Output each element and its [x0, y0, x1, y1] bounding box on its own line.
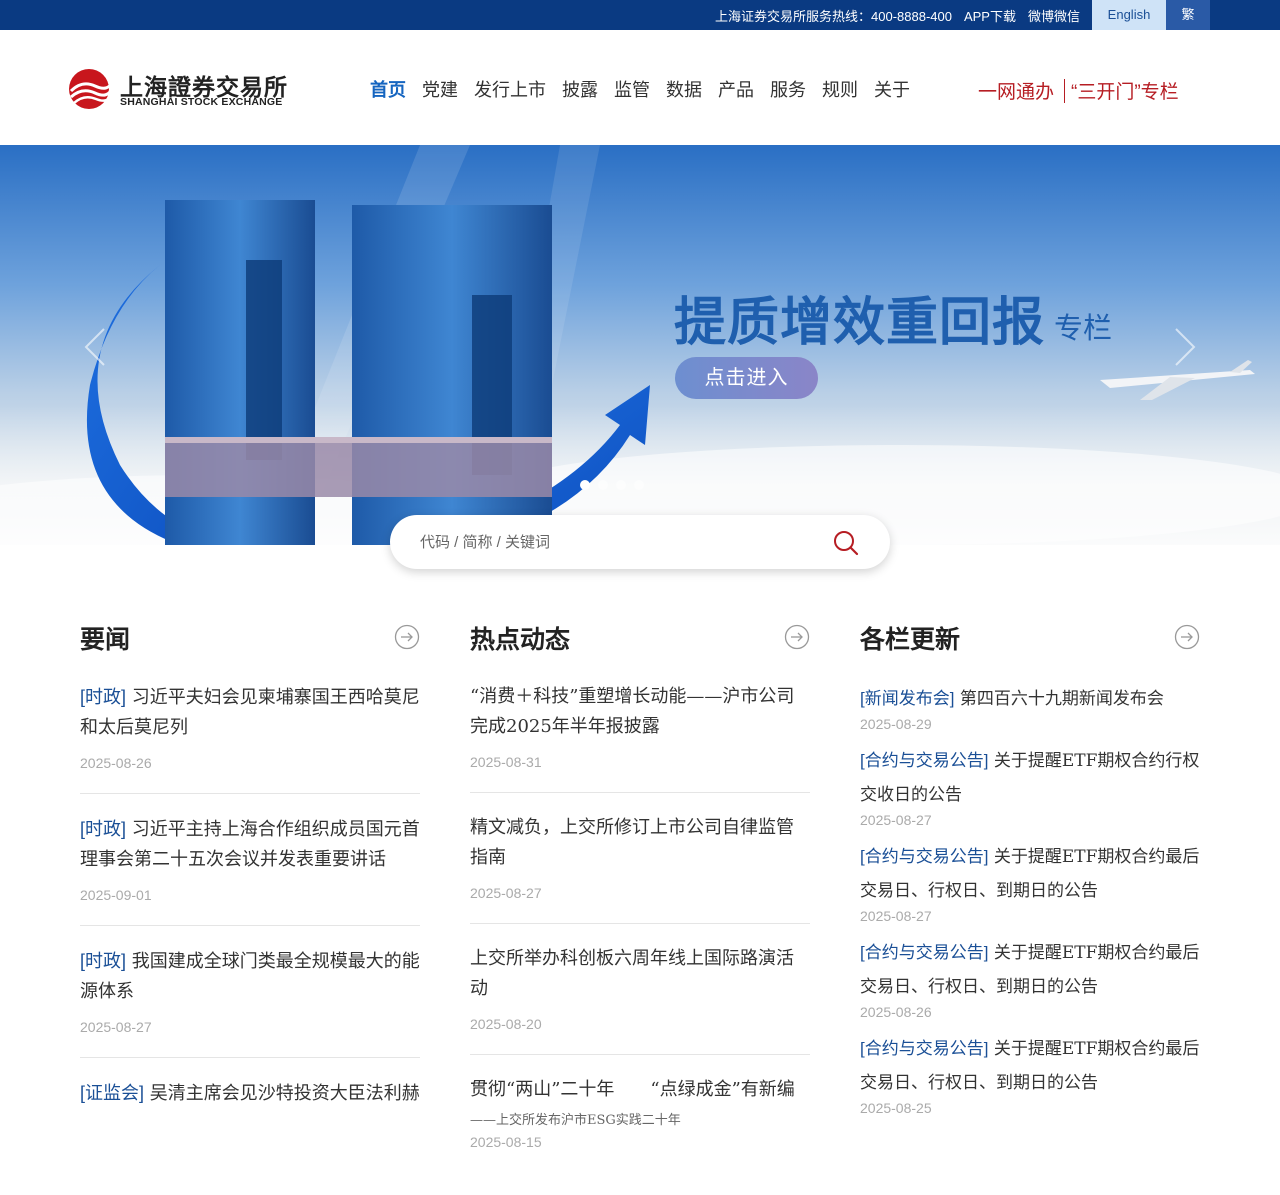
nav-item-party[interactable]: 党建: [422, 76, 458, 102]
nav-item-services[interactable]: 服务: [770, 76, 806, 102]
arrow-circle-right-icon[interactable]: [394, 624, 420, 650]
search-icon[interactable]: [832, 529, 860, 557]
hot-news-column-title: 热点动态: [470, 626, 571, 654]
hot-news-date: 2025-08-31: [470, 754, 542, 770]
sse-logo-icon: [69, 69, 114, 109]
hot-news-subtitle: ——上交所发布沪市ESG实践二十年: [470, 1113, 681, 1128]
nav-item-rules[interactable]: 规则: [822, 76, 858, 102]
update-date: 2025-08-27: [860, 812, 932, 828]
hot-news-title: 上交所举办科创板六周年线上国际路演活动: [470, 948, 794, 999]
arrow-circle-right-icon[interactable]: [784, 624, 810, 650]
banner-pagination: [580, 480, 652, 490]
update-date: 2025-08-27: [860, 908, 932, 924]
logo-english-name: SHANGHAI STOCK EXCHANGE: [120, 96, 283, 108]
top-utility-bar: 上海证券交易所服务热线：400-8888-400 APP下载 微博微信 Engl…: [0, 0, 1280, 30]
special-links: 一网通办 “三开门”专栏: [978, 77, 1179, 104]
banner-enter-button[interactable]: 点击进入: [675, 357, 818, 399]
one-stop-service-link[interactable]: 一网通办: [978, 77, 1054, 104]
news-list: [时政] 习近平夫妇会见柬埔寨国王西哈莫尼和太后莫尼列 2025-08-26 […: [80, 682, 420, 1131]
arrow-circle-right-icon[interactable]: [1174, 624, 1200, 650]
special-links-divider: [1064, 78, 1066, 103]
search-input[interactable]: [420, 529, 820, 555]
english-language-button[interactable]: English: [1092, 0, 1166, 30]
list-item[interactable]: [时政] 我国建成全球门类最全规模最大的能源体系 2025-08-27: [80, 946, 420, 1058]
chevron-right-icon: [1175, 328, 1196, 366]
search-box: [390, 515, 890, 569]
list-item[interactable]: [合约与交易公告] 关于提醒ETF期权合约最后交易日、行权日、到期日的公告 20…: [860, 840, 1200, 924]
banner-headline: 提质增效重回报: [674, 292, 1046, 353]
news-tag: [证监会]: [80, 1083, 145, 1103]
hero-banner[interactable]: 提质增效重回报 专栏 点击进入: [0, 145, 1280, 545]
hot-news-title: “消费＋科技”重塑增长动能——沪市公司完成2025年半年报披露: [470, 686, 795, 737]
list-item[interactable]: “消费＋科技”重塑增长动能——沪市公司完成2025年半年报披露 2025-08-…: [470, 682, 810, 793]
list-item[interactable]: [新闻发布会] 第四百六十九期新闻发布会 2025-08-29: [860, 682, 1200, 732]
chevron-left-icon: [84, 328, 105, 366]
update-title: 第四百六十九期新闻发布会: [959, 689, 1164, 709]
banner-dot[interactable]: [616, 480, 626, 490]
app-download-link[interactable]: APP下载: [964, 6, 1016, 25]
nav-item-regulation[interactable]: 监管: [614, 76, 650, 102]
site-header: 上海證券交易所 SHANGHAI STOCK EXCHANGE 首页 党建 发行…: [0, 30, 1280, 145]
hot-news-list: “消费＋科技”重塑增长动能——沪市公司完成2025年半年报披露 2025-08-…: [470, 682, 810, 1172]
banner-dot[interactable]: [634, 480, 644, 490]
service-hotline: 上海证券交易所服务热线：400-8888-400: [715, 8, 952, 24]
update-tag: [合约与交易公告]: [860, 943, 989, 962]
nav-item-about[interactable]: 关于: [874, 76, 910, 102]
update-tag: [新闻发布会]: [860, 689, 955, 708]
news-tag: [时政]: [80, 687, 127, 707]
news-column: 要闻 [时政] 习近平夫妇会见柬埔寨国王西哈莫尼和太后莫尼列 2025-08-2…: [80, 620, 420, 1151]
banner-prev-arrow[interactable]: [80, 325, 110, 369]
top-utility-items: 上海证券交易所服务热线：400-8888-400 APP下载 微博微信 Engl…: [715, 0, 1210, 30]
list-item[interactable]: [时政] 习近平主持上海合作组织成员国元首理事会第二十五次会议并发表重要讲话 2…: [80, 814, 420, 926]
banner-headline-sub: 专栏: [1054, 313, 1113, 345]
updates-column: 各栏更新 [新闻发布会] 第四百六十九期新闻发布会 2025-08-29 [合约…: [860, 620, 1200, 1128]
news-date: 2025-08-26: [80, 755, 152, 771]
update-tag: [合约与交易公告]: [860, 751, 989, 770]
hot-news-date: 2025-08-20: [470, 1016, 542, 1032]
list-item[interactable]: [时政] 习近平夫妇会见柬埔寨国王西哈莫尼和太后莫尼列 2025-08-26: [80, 682, 420, 794]
list-item[interactable]: 贯彻“两山”二十年 “点绿成金”有新编 ——上交所发布沪市ESG实践二十年 20…: [470, 1075, 810, 1172]
news-title: 我国建成全球门类最全规模最大的能源体系: [80, 951, 420, 1002]
nav-item-data[interactable]: 数据: [666, 76, 702, 102]
news-tag: [时政]: [80, 819, 127, 839]
update-date: 2025-08-25: [860, 1100, 932, 1116]
news-title: 习近平主持上海合作组织成员国元首理事会第二十五次会议并发表重要讲话: [80, 819, 420, 870]
news-date: 2025-08-27: [80, 1019, 152, 1035]
updates-column-title: 各栏更新: [860, 626, 961, 654]
weibo-weixin-link[interactable]: 微博微信: [1028, 6, 1080, 25]
three-open-doors-link[interactable]: “三开门”专栏: [1071, 77, 1179, 104]
update-tag: [合约与交易公告]: [860, 847, 989, 866]
news-title: 习近平夫妇会见柬埔寨国王西哈莫尼和太后莫尼列: [80, 687, 420, 738]
list-item[interactable]: [合约与交易公告] 关于提醒ETF期权合约最后交易日、行权日、到期日的公告 20…: [860, 1032, 1200, 1116]
list-item[interactable]: [合约与交易公告] 关于提醒ETF期权合约最后交易日、行权日、到期日的公告 20…: [860, 936, 1200, 1020]
sse-logo[interactable]: 上海證券交易所 SHANGHAI STOCK EXCHANGE: [68, 66, 288, 112]
list-item[interactable]: 上交所举办科创板六周年线上国际路演活动 2025-08-20: [470, 944, 810, 1055]
banner-dot[interactable]: [580, 480, 590, 490]
news-date: 2025-09-01: [80, 887, 152, 903]
news-tag: [时政]: [80, 951, 127, 971]
news-column-title: 要闻: [80, 626, 131, 654]
hot-news-column: 热点动态 “消费＋科技”重塑增长动能——沪市公司完成2025年半年报披露 202…: [470, 620, 810, 1192]
banner-next-arrow[interactable]: [1170, 325, 1200, 369]
list-item[interactable]: [合约与交易公告] 关于提醒ETF期权合约行权交收日的公告 2025-08-27: [860, 744, 1200, 828]
hot-news-title: 贯彻“两山”二十年 “点绿成金”有新编: [470, 1079, 795, 1100]
update-date: 2025-08-29: [860, 716, 932, 732]
list-item[interactable]: 精文减负，上交所修订上市公司自律监管指南 2025-08-27: [470, 813, 810, 924]
list-item[interactable]: [证监会] 吴清主席会见沙特投资大臣法利赫: [80, 1078, 420, 1131]
nav-item-listing[interactable]: 发行上市: [474, 76, 546, 102]
banner-dot[interactable]: [598, 480, 608, 490]
nav-item-products[interactable]: 产品: [718, 76, 754, 102]
nav-item-disclosure[interactable]: 披露: [562, 76, 598, 102]
update-date: 2025-08-26: [860, 1004, 932, 1020]
hot-news-date: 2025-08-27: [470, 885, 542, 901]
updates-list: [新闻发布会] 第四百六十九期新闻发布会 2025-08-29 [合约与交易公告…: [860, 682, 1200, 1116]
hot-news-title: 精文减负，上交所修订上市公司自律监管指南: [470, 817, 794, 868]
hot-news-date: 2025-08-15: [470, 1134, 542, 1150]
main-nav: 首页 党建 发行上市 披露 监管 数据 产品 服务 规则 关于: [370, 76, 926, 102]
traditional-chinese-button[interactable]: 繁: [1166, 0, 1210, 30]
nav-item-home[interactable]: 首页: [370, 76, 406, 102]
news-title: 吴清主席会见沙特投资大臣法利赫: [149, 1083, 420, 1104]
update-tag: [合约与交易公告]: [860, 1039, 989, 1058]
